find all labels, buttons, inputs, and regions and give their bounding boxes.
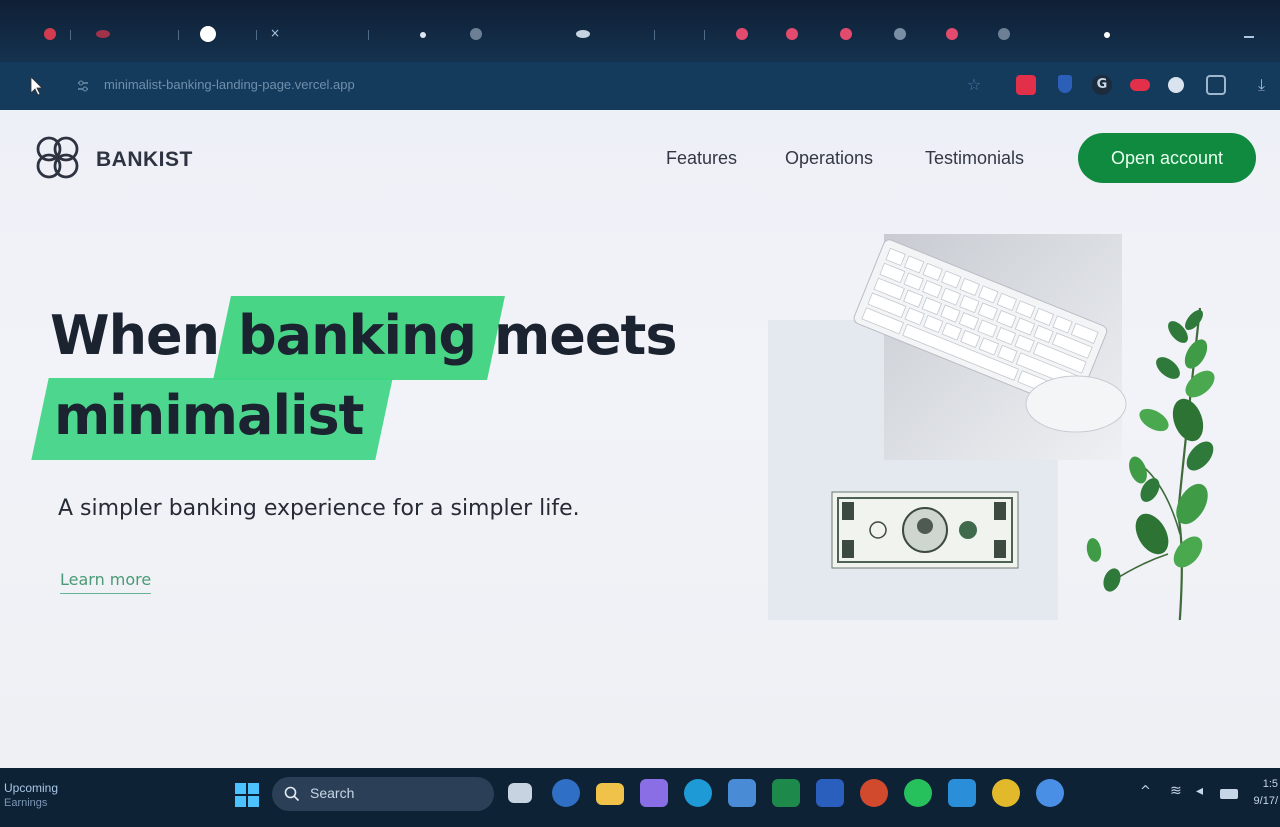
tab-favicon[interactable] bbox=[998, 28, 1010, 40]
cloud-icon[interactable] bbox=[1130, 79, 1150, 91]
address-bar: minimalist-banking-landing-page.vercel.a… bbox=[0, 62, 1280, 110]
tab-divider bbox=[178, 30, 179, 40]
powerpoint-icon[interactable] bbox=[860, 779, 888, 807]
tab-favicon[interactable] bbox=[576, 30, 590, 38]
tab-divider bbox=[704, 30, 705, 40]
clock[interactable]: 1:5 9/17/ bbox=[1254, 776, 1278, 810]
task-view-icon[interactable] bbox=[508, 783, 532, 803]
github-icon[interactable] bbox=[200, 26, 216, 42]
widget-title: Upcoming bbox=[4, 781, 59, 795]
tab-favicon[interactable] bbox=[946, 28, 958, 40]
bookmark-star-icon[interactable]: ☆ bbox=[964, 75, 984, 95]
taskbar: Upcoming Earnings Search ^ ≋ ◂ 1:5 9/17/ bbox=[0, 768, 1280, 827]
minimize-window-icon[interactable] bbox=[1244, 36, 1254, 38]
mouse-cursor-icon bbox=[30, 76, 43, 96]
nav-features[interactable]: Features bbox=[666, 148, 737, 169]
tab-divider bbox=[654, 30, 655, 40]
tab-favicon[interactable] bbox=[786, 28, 798, 40]
chrome-icon[interactable] bbox=[992, 779, 1020, 807]
excel-icon[interactable] bbox=[772, 779, 800, 807]
tab-divider bbox=[70, 30, 71, 40]
hero-title-meets: meets bbox=[494, 304, 677, 367]
clock-date: 9/17/ bbox=[1253, 795, 1278, 807]
chevron-up-icon[interactable]: ^ bbox=[1140, 784, 1168, 812]
nav-testimonials[interactable]: Testimonials bbox=[925, 148, 1024, 169]
landing-page: BANKIST Features Operations Testimonials… bbox=[0, 110, 1280, 768]
tab-favicon[interactable] bbox=[470, 28, 482, 40]
search-icon bbox=[284, 786, 300, 802]
new-tab-icon[interactable] bbox=[1104, 32, 1110, 38]
taskbar-search[interactable]: Search bbox=[272, 777, 494, 811]
wifi-icon[interactable]: ≋ bbox=[1170, 783, 1198, 811]
windows-start-icon[interactable] bbox=[234, 782, 260, 808]
url-field[interactable]: minimalist-banking-landing-page.vercel.a… bbox=[104, 77, 355, 92]
copilot-icon[interactable] bbox=[640, 779, 668, 807]
nav-operations[interactable]: Operations bbox=[785, 148, 873, 169]
download-icon[interactable]: ⤓ bbox=[1258, 75, 1278, 95]
puzzle-icon[interactable] bbox=[1206, 75, 1226, 95]
file-explorer-icon[interactable] bbox=[596, 783, 624, 805]
open-account-button[interactable]: Open account bbox=[1078, 133, 1256, 183]
tab-divider bbox=[368, 30, 369, 40]
hero-title-minimalist: minimalist bbox=[54, 384, 364, 447]
tab-favicon[interactable] bbox=[894, 28, 906, 40]
extension-blue-icon[interactable] bbox=[1058, 75, 1072, 93]
grammarly-icon[interactable]: G bbox=[1092, 75, 1112, 95]
extension-white-icon[interactable] bbox=[1168, 77, 1184, 93]
meet-icon[interactable] bbox=[552, 779, 580, 807]
word-icon[interactable] bbox=[816, 779, 844, 807]
clock-time: 1:5 bbox=[1262, 778, 1278, 790]
edge-icon[interactable] bbox=[684, 779, 712, 807]
widgets-button[interactable]: Upcoming Earnings bbox=[4, 781, 58, 810]
whatsapp-icon[interactable] bbox=[904, 779, 932, 807]
mouse-illustration bbox=[1025, 375, 1127, 433]
search-placeholder: Search bbox=[310, 785, 355, 801]
tab-favicon[interactable] bbox=[44, 28, 56, 40]
tab-favicon[interactable] bbox=[420, 32, 426, 38]
browser-tab-bar: × bbox=[0, 0, 1280, 62]
hero-subtitle: A simpler banking experience for a simpl… bbox=[58, 496, 580, 521]
hero-title-when: When bbox=[50, 304, 220, 367]
battery-icon[interactable] bbox=[1220, 789, 1238, 799]
extension-red-icon[interactable] bbox=[1016, 75, 1036, 95]
messenger-icon[interactable] bbox=[1036, 779, 1064, 807]
dollar-bill-illustration bbox=[831, 491, 1019, 569]
tab-divider bbox=[256, 30, 257, 40]
bankist-logo-icon bbox=[36, 136, 79, 179]
site-info-icon[interactable] bbox=[76, 79, 90, 93]
vscode-icon[interactable] bbox=[948, 779, 976, 807]
tab-favicon[interactable] bbox=[96, 30, 110, 38]
widget-subtitle: Earnings bbox=[4, 797, 48, 809]
logo-text: BANKIST bbox=[96, 148, 193, 171]
close-tab-icon[interactable]: × bbox=[270, 26, 282, 40]
store-icon[interactable] bbox=[728, 779, 756, 807]
tab-favicon[interactable] bbox=[840, 28, 852, 40]
hero-image bbox=[768, 234, 1215, 620]
hero-title-banking: banking bbox=[238, 304, 477, 367]
tab-favicon[interactable] bbox=[736, 28, 748, 40]
learn-more-link[interactable]: Learn more bbox=[60, 570, 152, 594]
